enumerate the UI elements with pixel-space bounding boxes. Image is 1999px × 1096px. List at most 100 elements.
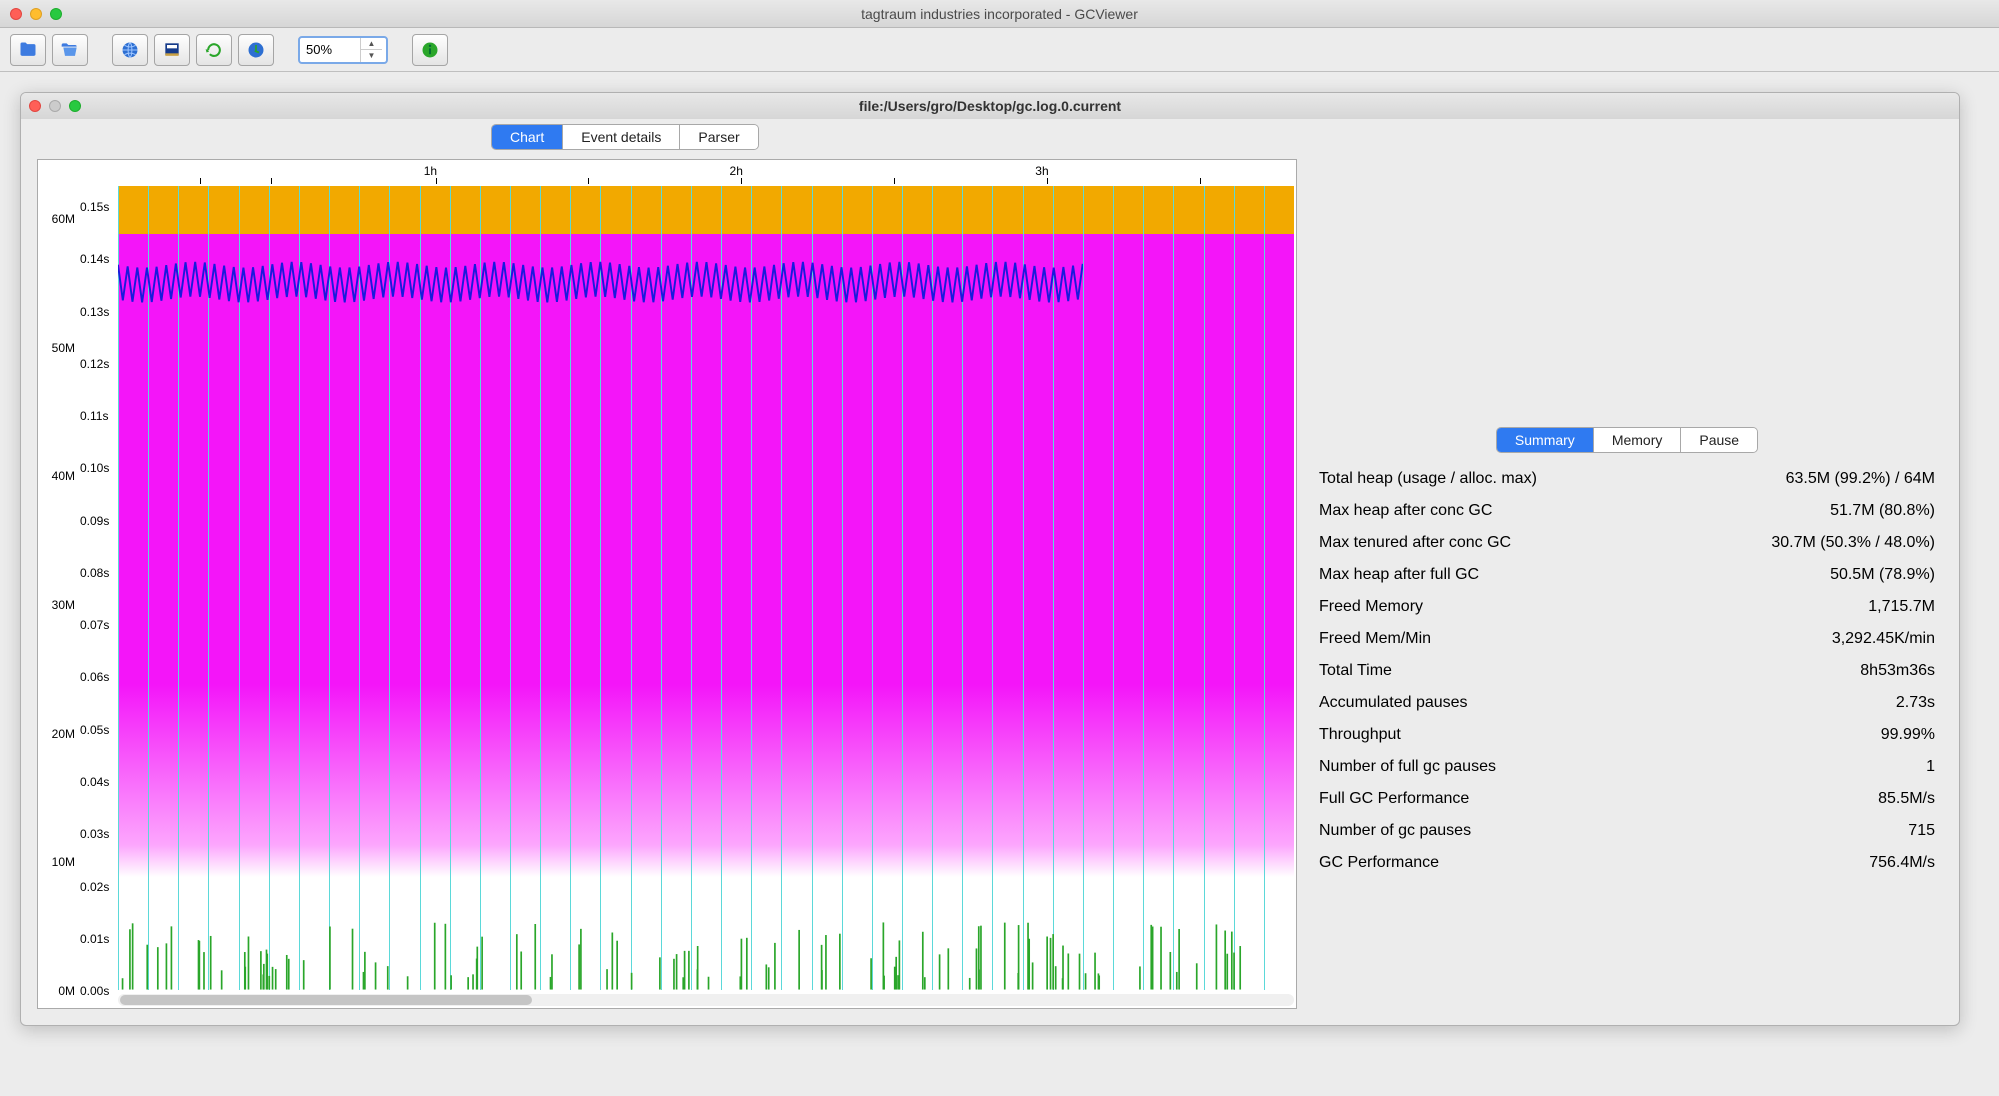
chart-panel[interactable]: 1h 2h 3h 0M 10M [37,159,1297,1009]
y-tick: 0.04s [80,775,109,789]
summary-row: Total Time 8h53m36s [1313,655,1941,687]
summary-row: Number of gc pauses 715 [1313,815,1941,847]
chart-tab-row: Chart Event details Parser [21,119,1959,155]
summary-label: Number of full gc pauses [1319,758,1496,776]
open-series-button[interactable] [52,34,88,66]
doc-window-controls [29,100,81,112]
open-file-button[interactable] [10,34,46,66]
summary-label: Full GC Performance [1319,790,1469,808]
minimize-icon[interactable] [30,8,42,20]
summary-row: Total heap (usage / alloc. max) 63.5M (99… [1313,463,1941,495]
zoom-step-down[interactable]: ▼ [361,50,382,62]
summary-label: GC Performance [1319,854,1439,872]
minimize-icon[interactable] [49,100,61,112]
y-tick: 0.11s [80,409,108,423]
y-tick: 10M [39,855,75,869]
summary-value: 756.4M/s [1869,854,1935,872]
y-tick: 0.13s [80,305,109,319]
tab-pause[interactable]: Pause [1681,428,1757,452]
summary-tabs: Summary Memory Pause [1496,427,1758,453]
app-window: tagtraum industries incorporated - GCVie… [0,0,1999,1046]
y-tick: 40M [39,469,75,483]
summary-stats: Total heap (usage / alloc. max) 63.5M (99… [1313,463,1941,879]
scrollbar-thumb[interactable] [120,995,532,1005]
y-tick: 0.02s [80,880,109,894]
y-tick: 0.01s [80,932,109,946]
about-button[interactable] [412,34,448,66]
tab-memory[interactable]: Memory [1594,428,1682,452]
summary-label: Max heap after conc GC [1319,502,1492,520]
summary-value: 30.7M (50.3% / 48.0%) [1771,534,1935,552]
summary-row: Freed Mem/Min 3,292.45K/min [1313,623,1941,655]
summary-label: Freed Memory [1319,598,1423,616]
zoom-stepper[interactable]: ▲ ▼ [298,36,388,64]
chart-scrollbar[interactable] [118,994,1294,1006]
x-tick: 3h [1035,164,1048,178]
tab-summary[interactable]: Summary [1497,428,1594,452]
summary-row: Accumulated pauses2.73s [1313,687,1941,719]
y-tick: 0.08s [80,566,109,580]
summary-value: 85.5M/s [1878,790,1935,808]
summary-label: Throughput [1319,726,1401,744]
summary-value: 2.73s [1896,694,1935,712]
zoom-step-up[interactable]: ▲ [361,38,382,50]
summary-value: 3,292.45K/min [1832,630,1935,648]
summary-row: Freed Memory 1,715.7M [1313,591,1941,623]
y-tick: 0.06s [80,670,109,684]
export-button[interactable] [154,34,190,66]
summary-value: 1 [1926,758,1935,776]
doc-area: file:/Users/gro/Desktop/gc.log.0.current… [0,72,1999,1046]
y-tick: 0.07s [80,618,109,632]
zoom-input[interactable] [300,38,360,62]
y-tick: 0.15s [80,200,109,214]
watch-button[interactable] [238,34,274,66]
summary-value: 8h53m36s [1860,662,1935,680]
summary-value: 1,715.7M [1868,598,1935,616]
summary-value: 715 [1908,822,1935,840]
x-tick: 1h [424,164,437,178]
summary-row: Number of full gc pauses 1 [1313,751,1941,783]
gc-event-lines [118,186,1294,990]
toolbar: ▲ ▼ [0,28,1999,72]
y-tick: 60M [39,212,75,226]
y-tick: 0.00s [80,984,109,998]
y-tick: 0.14s [80,252,109,266]
summary-label: Freed Mem/Min [1319,630,1431,648]
summary-label: Total heap (usage / alloc. max) [1319,470,1537,488]
y-tick: 0.10s [80,461,109,475]
close-icon[interactable] [10,8,22,20]
summary-value: 50.5M (78.9%) [1830,566,1935,584]
summary-label: Max heap after full GC [1319,566,1479,584]
content-row: 1h 2h 3h 0M 10M [21,155,1959,1025]
titlebar: tagtraum industries incorporated - GCVie… [0,0,1999,28]
y-tick: 20M [39,727,75,741]
tab-parser[interactable]: Parser [680,125,757,149]
y-tick: 0M [39,984,75,998]
summary-row: Full GC Performance 85.5M/s [1313,783,1941,815]
chart-plot[interactable] [118,186,1294,990]
y-tick: 0.03s [80,827,109,841]
summary-row: Max heap after conc GC 51.7M (80.8%) [1313,495,1941,527]
doc-titlebar: file:/Users/gro/Desktop/gc.log.0.current [21,93,1959,119]
summary-box: Summary Memory Pause Total heap (usage /… [1313,427,1941,879]
summary-value: 51.7M (80.8%) [1830,502,1935,520]
y-tick: 30M [39,598,75,612]
x-tick: 2h [730,164,743,178]
summary-tab-row: Summary Memory Pause [1313,427,1941,453]
tab-chart[interactable]: Chart [492,125,563,149]
summary-label: Total Time [1319,662,1392,680]
summary-label: Number of gc pauses [1319,822,1471,840]
refresh-button[interactable] [196,34,232,66]
summary-value: 63.5M (99.2%) / 64M [1786,470,1935,488]
close-icon[interactable] [29,100,41,112]
summary-row: Max heap after full GC 50.5M (78.9%) [1313,559,1941,591]
app-title: tagtraum industries incorporated - GCVie… [0,6,1999,22]
open-url-button[interactable] [112,34,148,66]
side-panel: Summary Memory Pause Total heap (usage /… [1309,155,1959,1025]
tab-event-details[interactable]: Event details [563,125,680,149]
chart-y-mem-axis: 0M 10M 20M 30M 40M 50M 60M [38,186,78,990]
zoom-icon[interactable] [69,100,81,112]
summary-row: Throughput99.99% [1313,719,1941,751]
zoom-icon[interactable] [50,8,62,20]
summary-row: GC Performance 756.4M/s [1313,847,1941,879]
